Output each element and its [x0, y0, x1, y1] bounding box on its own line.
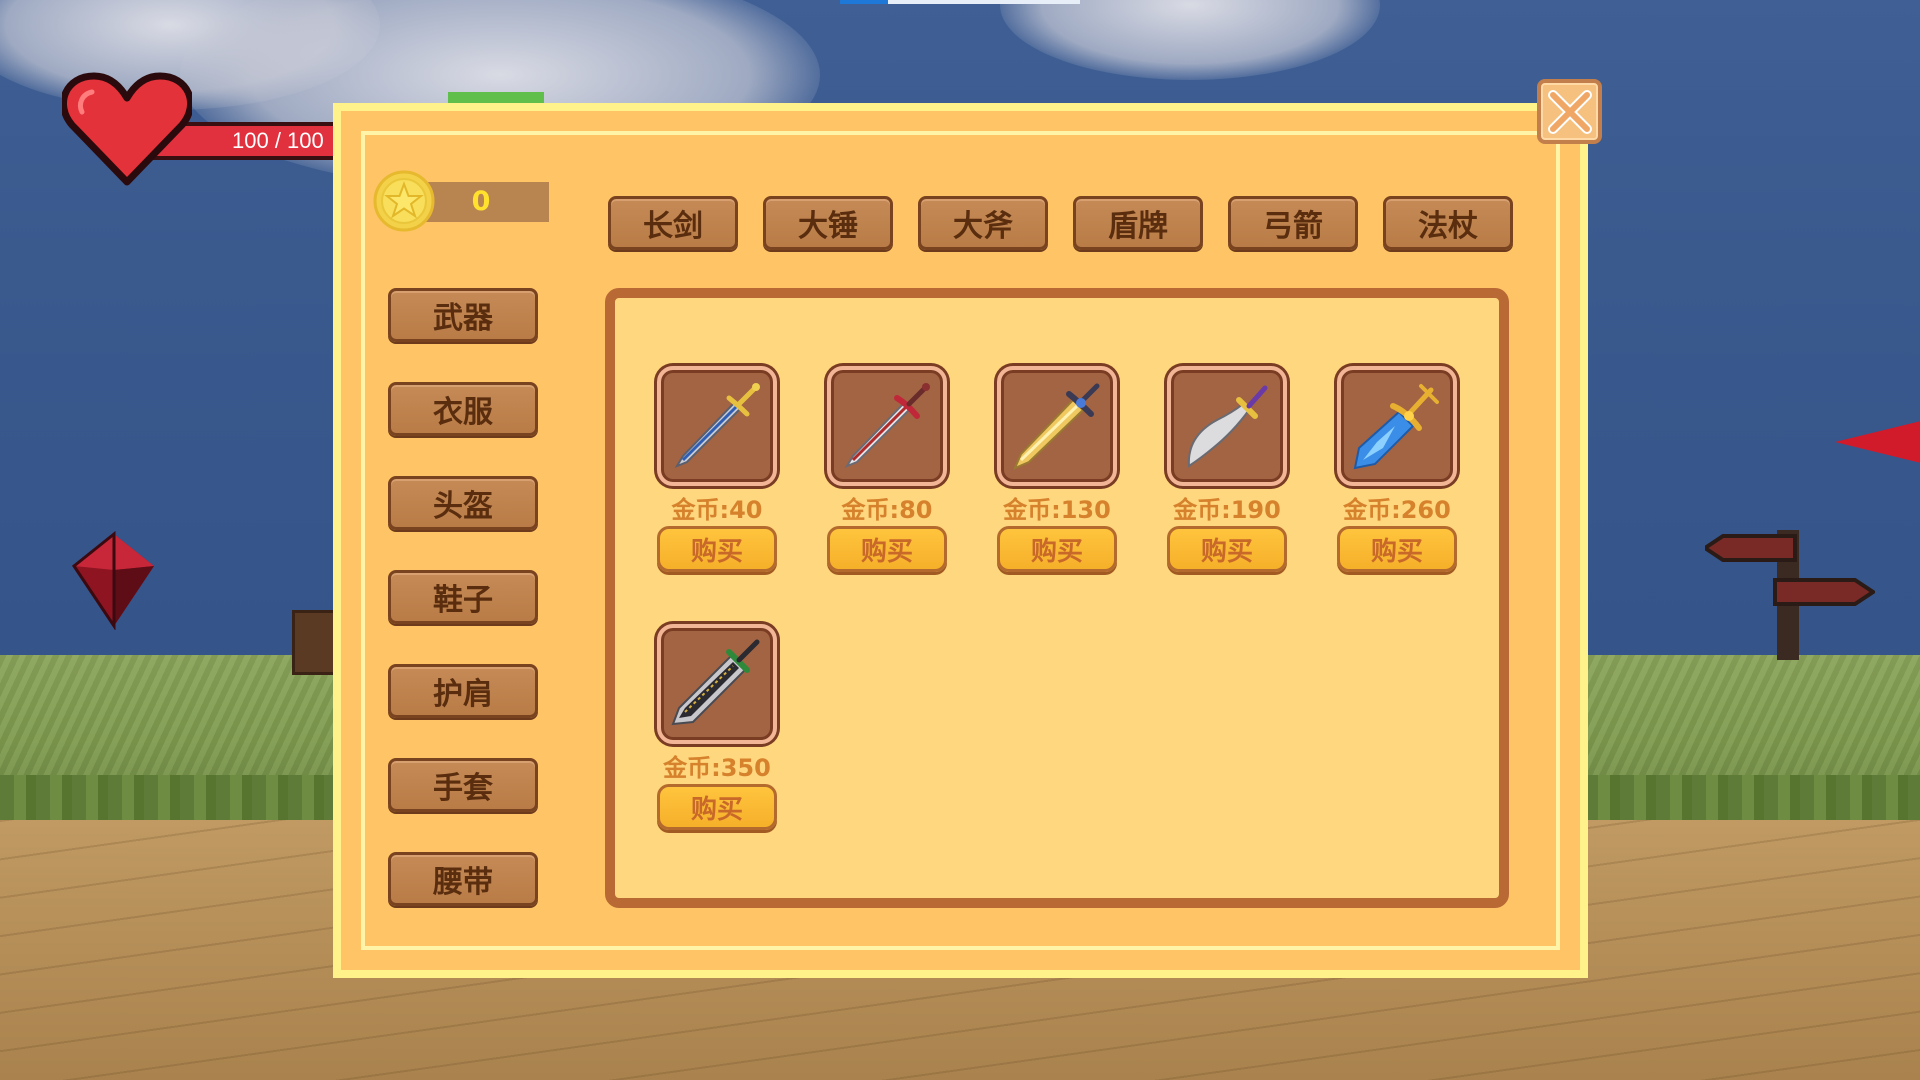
- coin-star-icon: [373, 170, 435, 232]
- category-gloves[interactable]: 手套: [388, 758, 538, 812]
- item-price: 金币:80: [841, 496, 933, 524]
- tab-longsword[interactable]: 长剑: [608, 196, 738, 250]
- buy-button[interactable]: 购买: [1337, 526, 1457, 572]
- buy-button[interactable]: 购买: [657, 526, 777, 572]
- buy-button[interactable]: 购买: [827, 526, 947, 572]
- tab-hammer[interactable]: 大锤: [763, 196, 893, 250]
- signpost-icon: [1705, 530, 1875, 660]
- runed-greatsword-icon: [671, 639, 760, 726]
- buy-button[interactable]: 购买: [1167, 526, 1287, 572]
- item-price: 金币:130: [1003, 496, 1111, 524]
- item-price: 金币:350: [663, 754, 771, 782]
- item-price: 金币:190: [1173, 496, 1281, 524]
- tab-bow[interactable]: 弓箭: [1228, 196, 1358, 250]
- longsword-gold-icon: [1013, 383, 1100, 470]
- crate: [292, 610, 337, 675]
- tab-shield[interactable]: 盾牌: [1073, 196, 1203, 250]
- category-shoes[interactable]: 鞋子: [388, 570, 538, 624]
- longsword-red-icon: [844, 383, 930, 469]
- category-belt[interactable]: 腰带: [388, 852, 538, 906]
- item-slot[interactable]: [1167, 366, 1287, 486]
- category-helmet[interactable]: 头盔: [388, 476, 538, 530]
- category-weapons[interactable]: 武器: [388, 288, 538, 342]
- buy-button[interactable]: 购买: [657, 784, 777, 830]
- item-slot[interactable]: [997, 366, 1117, 486]
- item-slot[interactable]: [827, 366, 947, 486]
- longsword-blue-icon: [674, 383, 760, 469]
- item-slot[interactable]: [657, 624, 777, 744]
- coin-counter: 0: [373, 170, 549, 232]
- scimitar-icon: [1187, 385, 1268, 468]
- item-price: 金币:260: [1343, 496, 1451, 524]
- hp-text: 100 / 100: [232, 128, 324, 153]
- category-shoulders[interactable]: 护肩: [388, 664, 538, 718]
- tab-axe[interactable]: 大斧: [918, 196, 1048, 250]
- item-price: 金币:40: [671, 496, 763, 524]
- category-clothes[interactable]: 衣服: [388, 382, 538, 436]
- heart-icon: [62, 72, 192, 186]
- tab-staff[interactable]: 法杖: [1383, 196, 1513, 250]
- buy-button[interactable]: 购买: [997, 526, 1117, 572]
- red-flag-icon: [1835, 421, 1920, 463]
- item-slot[interactable]: [657, 366, 777, 486]
- top-bar-accent: [840, 0, 888, 4]
- crystal-sword-icon: [1353, 384, 1439, 470]
- close-button[interactable]: [1537, 79, 1602, 144]
- item-slot[interactable]: [1337, 366, 1457, 486]
- red-gem-icon: [71, 530, 154, 630]
- close-icon: [1547, 89, 1592, 134]
